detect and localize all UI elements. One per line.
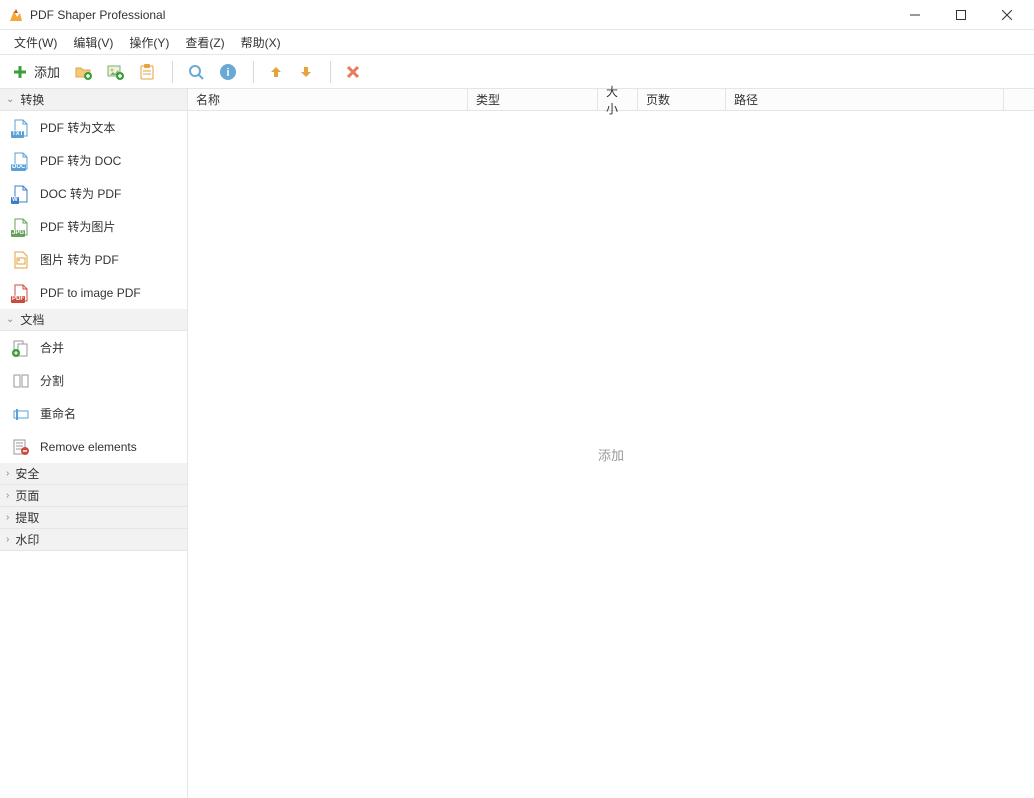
group-convert-label: 转换 [20,91,44,108]
chevron-down-icon: ⌄ [6,314,14,325]
column-size[interactable]: 大小 [598,89,638,110]
doc-icon: DOC [12,152,30,170]
toolbar-separator [172,61,173,83]
rename-icon [12,405,30,423]
chevron-down-icon: ⌄ [6,94,14,105]
chevron-right-icon: › [6,490,9,501]
group-document-label: 文档 [20,311,44,328]
add-button-label: 添加 [34,62,60,81]
menu-help[interactable]: 帮助(X) [233,32,289,53]
group-security[interactable]: › 安全 [0,463,187,485]
sidebar-item-merge[interactable]: 合并 [0,331,187,364]
titlebar: PDF Shaper Professional [0,0,1034,30]
jpg-doc-icon: JPG [12,218,30,236]
column-pages[interactable]: 页数 [638,89,726,110]
sidebar-item-label: DOC 转为 PDF [40,185,121,202]
menu-edit[interactable]: 编辑(V) [65,32,121,53]
sidebar: ⌄ 转换 TXT PDF 转为文本 DOC PDF 转为 DOC W DOC 转… [0,89,188,798]
chevron-right-icon: › [6,534,9,545]
info-icon: i [219,63,237,81]
image-plus-icon [106,63,124,81]
main-area: ⌄ 转换 TXT PDF 转为文本 DOC PDF 转为 DOC W DOC 转… [0,89,1034,798]
folder-plus-icon [74,63,92,81]
content-area: 名称 类型 大小 页数 路径 添加 [188,89,1034,798]
word-doc-icon: W [12,185,30,203]
sidebar-item-label: 重命名 [40,405,76,422]
close-button[interactable] [984,0,1030,30]
menu-action[interactable]: 操作(Y) [121,32,177,53]
toolbar-separator [253,61,254,83]
column-name[interactable]: 名称 [188,89,468,110]
merge-icon [12,339,30,357]
group-document[interactable]: ⌄ 文档 [0,309,187,331]
sidebar-item-pdf-to-image[interactable]: JPG PDF 转为图片 [0,210,187,243]
group-watermark-label: 水印 [15,531,39,548]
sidebar-item-remove-elements[interactable]: Remove elements [0,430,187,463]
search-button[interactable] [181,58,211,86]
chevron-right-icon: › [6,468,9,479]
sidebar-item-pdf-to-doc[interactable]: DOC PDF 转为 DOC [0,144,187,177]
move-up-button[interactable] [262,58,290,86]
add-button[interactable]: 添加 [6,58,66,86]
clipboard-icon [138,63,156,81]
chevron-right-icon: › [6,512,9,523]
sidebar-item-label: PDF 转为 DOC [40,152,121,169]
search-icon [187,63,205,81]
add-image-button[interactable] [100,58,130,86]
column-path[interactable]: 路径 [726,89,1004,110]
group-extract-label: 提取 [15,509,39,526]
remove-elements-icon [12,438,30,456]
remove-button[interactable] [339,58,367,86]
empty-hint: 添加 [598,445,624,464]
sidebar-item-label: PDF to image PDF [40,286,141,300]
split-icon [12,372,30,390]
maximize-button[interactable] [938,0,984,30]
group-watermark[interactable]: › 水印 [0,529,187,551]
svg-text:i: i [226,67,229,79]
sidebar-item-split[interactable]: 分割 [0,364,187,397]
column-type[interactable]: 类型 [468,89,598,110]
sidebar-item-pdf-to-text[interactable]: TXT PDF 转为文本 [0,111,187,144]
info-button[interactable]: i [213,58,243,86]
group-extract[interactable]: › 提取 [0,507,187,529]
plus-icon [12,64,28,80]
menubar: 文件(W) 编辑(V) 操作(Y) 查看(Z) 帮助(X) [0,30,1034,54]
toolbar-separator [330,61,331,83]
group-page-label: 页面 [15,487,39,504]
column-spacer [1004,89,1034,110]
list-header: 名称 类型 大小 页数 路径 [188,89,1034,111]
group-security-label: 安全 [15,465,39,482]
sidebar-item-label: 合并 [40,339,64,356]
arrow-down-icon [298,64,314,80]
sidebar-item-image-to-pdf[interactable]: 图片 转为 PDF [0,243,187,276]
group-page[interactable]: › 页面 [0,485,187,507]
app-icon [8,7,24,23]
sidebar-item-pdf-to-image-pdf[interactable]: PDF PDF to image PDF [0,276,187,309]
pdf-doc-icon: PDF [12,284,30,302]
toolbar: 添加 i [0,54,1034,89]
menu-view[interactable]: 查看(Z) [177,32,232,53]
image-doc-icon [12,251,30,269]
arrow-up-icon [268,64,284,80]
paste-button[interactable] [132,58,162,86]
group-convert[interactable]: ⌄ 转换 [0,89,187,111]
sidebar-item-label: Remove elements [40,440,137,454]
sidebar-item-label: 分割 [40,372,64,389]
minimize-button[interactable] [892,0,938,30]
sidebar-item-label: 图片 转为 PDF [40,251,119,268]
x-icon [345,64,361,80]
sidebar-item-doc-to-pdf[interactable]: W DOC 转为 PDF [0,177,187,210]
sidebar-item-rename[interactable]: 重命名 [0,397,187,430]
sidebar-item-label: PDF 转为图片 [40,218,115,235]
sidebar-item-label: PDF 转为文本 [40,119,115,136]
window-controls [892,0,1030,30]
move-down-button[interactable] [292,58,320,86]
menu-file[interactable]: 文件(W) [6,32,65,53]
window-title: PDF Shaper Professional [30,8,892,22]
add-folder-button[interactable] [68,58,98,86]
file-list[interactable]: 添加 [188,111,1034,798]
txt-doc-icon: TXT [12,119,30,137]
